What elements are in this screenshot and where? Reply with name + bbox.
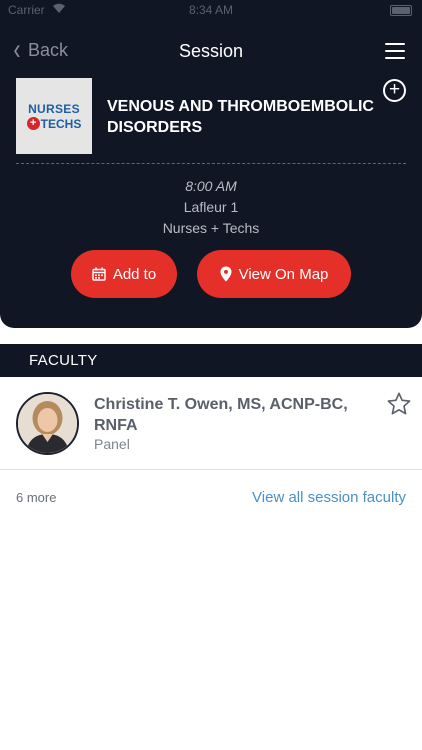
logo-text-line1: NURSES (28, 101, 80, 116)
menu-icon[interactable] (385, 43, 405, 59)
session-logo: NURSES + TECHS (16, 78, 92, 154)
page-title: Session (178, 41, 244, 61)
faculty-list-item[interactable]: Christine T. Owen, MS, ACNP-BC, RNFA Pan… (0, 377, 422, 470)
session-header: Carrier 8:34 AM ‹ Back Session NURSES + … (0, 0, 422, 328)
logo-text-line2-wrap: + TECHS (26, 116, 82, 131)
battery-icon (390, 5, 412, 16)
session-room: Lafleur 1 (183, 199, 239, 215)
status-time: 8:34 AM (188, 3, 234, 17)
avatar (16, 392, 79, 455)
view-on-map-button[interactable]: View On Map (197, 250, 351, 298)
add-to-calendar-button[interactable]: Add to (71, 250, 177, 298)
view-on-map-label: View On Map (238, 265, 329, 283)
add-circle-icon[interactable]: + (383, 79, 406, 102)
status-bar: Carrier 8:34 AM (0, 0, 422, 22)
session-time: 8:00 AM (185, 178, 237, 194)
calendar-icon (92, 267, 106, 281)
logo-text-line2: TECHS (40, 116, 82, 131)
more-faculty-count: 6 more (16, 490, 57, 505)
view-all-faculty-link[interactable]: View all session faculty (252, 489, 406, 506)
faculty-role: Panel (94, 436, 130, 452)
logo-plus-icon: + (26, 117, 40, 130)
session-track: Nurses + Techs (162, 220, 260, 236)
add-to-label: Add to (112, 265, 157, 283)
faculty-name: Christine T. Owen, MS, ACNP-BC, RNFA (94, 396, 348, 434)
star-icon[interactable] (386, 391, 412, 417)
dashed-divider (16, 163, 406, 164)
faculty-section-header: FACULTY (0, 344, 422, 377)
session-title: VENOUS AND THROMBOEMBOLIC DISORDERS (107, 98, 374, 136)
location-pin-icon (220, 266, 232, 282)
